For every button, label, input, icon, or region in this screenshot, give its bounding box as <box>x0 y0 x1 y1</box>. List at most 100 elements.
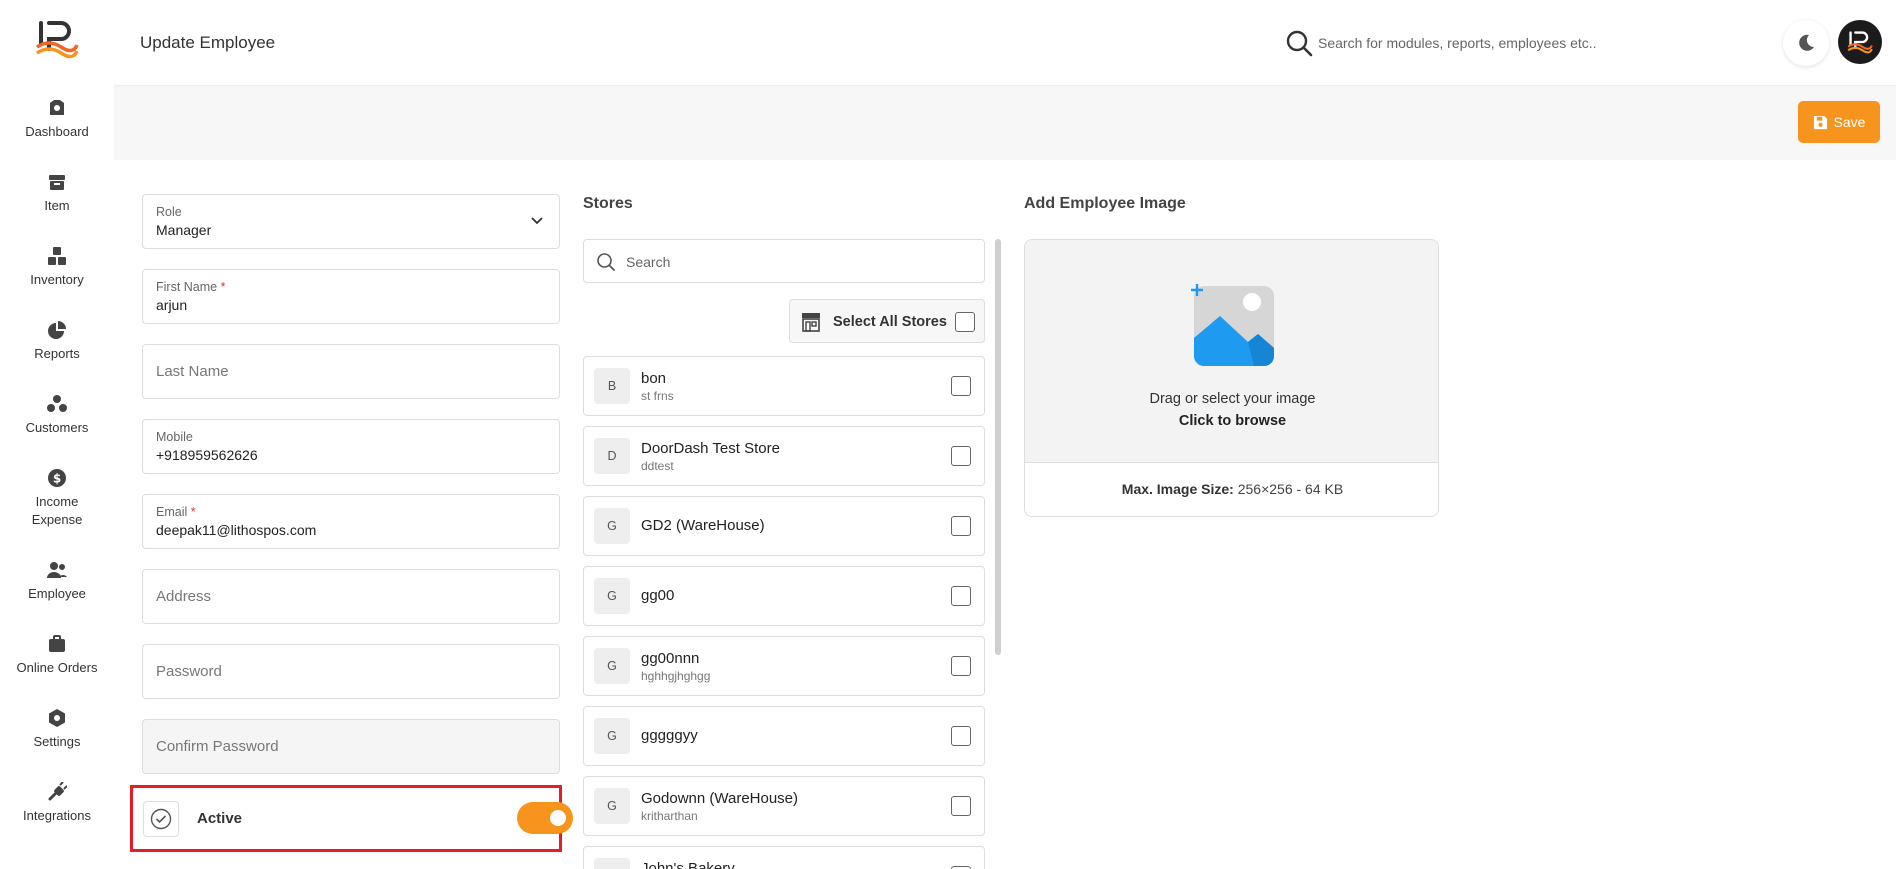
income-expense-icon: $ <box>48 469 66 487</box>
mobile-field[interactable]: Mobile +918959562626 <box>142 419 560 474</box>
store-checkbox[interactable] <box>951 796 971 816</box>
size-label: Max. Image Size: <box>1121 481 1234 497</box>
confirm-password-placeholder: Confirm Password <box>156 738 279 755</box>
store-name: bon <box>641 370 667 387</box>
role-select[interactable]: Role Manager <box>142 194 560 249</box>
sidebar-item-label: Dashboard <box>25 124 89 139</box>
sidebar-item-label: Customers <box>25 420 89 435</box>
first-name-field[interactable]: First Name * arjun <box>142 269 560 324</box>
action-toolbar: Save <box>114 87 1896 160</box>
toggle-knob <box>550 810 566 826</box>
store-name: gg00nnn <box>641 650 700 667</box>
store-item[interactable]: G gg00nnn hghhgjhghgg <box>583 636 985 696</box>
sidebar-item-income-expense[interactable]: $ Income Expense <box>0 468 114 529</box>
integrations-icon <box>48 782 67 801</box>
store-item[interactable]: J John's Bakery <box>583 846 985 869</box>
dashboard-icon <box>50 100 64 115</box>
required-marker: * <box>220 280 226 294</box>
required-marker: * <box>190 505 196 519</box>
role-value: Manager <box>156 222 212 238</box>
store-code: kritharthan <box>641 809 698 823</box>
address-placeholder: Address <box>156 588 212 605</box>
mobile-label: Mobile <box>156 430 193 444</box>
store-item[interactable]: G GD2 (WareHouse) <box>583 496 985 556</box>
sidebar-item-settings[interactable]: Settings <box>0 708 114 751</box>
svg-text:$: $ <box>53 472 61 486</box>
sidebar-item-online-orders[interactable]: Online Orders <box>0 634 114 677</box>
sidebar-item-label: Settings <box>33 734 81 749</box>
stores-scrollbar[interactable] <box>995 239 1001 655</box>
sidebar-item-integrations[interactable]: Integrations <box>0 782 114 825</box>
item-icon <box>49 175 65 190</box>
store-checkbox[interactable] <box>951 376 971 396</box>
store-name: GD2 (WareHouse) <box>641 517 765 534</box>
store-name: DoorDash Test Store <box>641 440 780 457</box>
global-search-input[interactable] <box>1318 30 1648 56</box>
first-name-value: arjun <box>156 297 188 313</box>
save-button[interactable]: Save <box>1798 101 1880 143</box>
password-field[interactable]: Password <box>142 644 560 699</box>
sidebar-item-item[interactable]: Item <box>0 172 114 215</box>
browse-link[interactable]: Click to browse <box>1025 413 1438 429</box>
store-name: gggggyy <box>641 727 698 744</box>
store-checkbox[interactable] <box>951 446 971 466</box>
active-toggle[interactable] <box>517 802 573 834</box>
active-status-row: Active <box>130 785 573 852</box>
store-checkbox[interactable] <box>951 656 971 676</box>
sidebar-item-label: Income Expense <box>31 494 83 527</box>
sidebar-item-dashboard[interactable]: Dashboard <box>0 98 114 141</box>
address-field[interactable]: Address <box>142 569 560 624</box>
store-initial: G <box>594 718 630 754</box>
sidebar-item-reports[interactable]: Reports <box>0 320 114 363</box>
moon-icon <box>1799 34 1814 51</box>
confirm-password-field[interactable]: Confirm Password <box>142 719 560 774</box>
sidebar-item-employee[interactable]: Employee <box>0 560 114 603</box>
store-initial: G <box>594 508 630 544</box>
check-circle-icon <box>150 808 172 830</box>
mobile-value: +918959562626 <box>156 447 258 463</box>
select-all-checkbox[interactable] <box>955 312 975 332</box>
store-initial: G <box>594 578 630 614</box>
store-code: st frns <box>641 389 674 403</box>
store-checkbox[interactable] <box>951 726 971 746</box>
store-name: John's Bakery <box>641 860 735 869</box>
user-avatar[interactable] <box>1838 20 1882 64</box>
email-value: deepak11@lithospos.com <box>156 522 317 538</box>
reports-icon <box>48 321 66 339</box>
select-all-stores[interactable]: Select All Stores <box>789 299 985 343</box>
inventory-icon <box>48 247 66 265</box>
sidebar: Dashboard Item Inventory Reports Custome… <box>0 0 114 869</box>
sidebar-item-label: Integrations <box>23 808 91 823</box>
sidebar-item-inventory[interactable]: Inventory <box>0 246 114 289</box>
first-name-label: First Name <box>156 280 218 294</box>
save-button-label: Save <box>1833 114 1866 130</box>
store-item[interactable]: G gg00 <box>583 566 985 626</box>
lithospos-logo[interactable] <box>35 19 79 59</box>
email-label: Email <box>156 505 188 519</box>
store-item[interactable]: G gggggyy <box>583 706 985 766</box>
store-search-box[interactable] <box>583 239 985 283</box>
max-image-size: Max. Image Size: 256×256 - 64 KB <box>1025 481 1438 497</box>
last-name-placeholder: Last Name <box>156 363 229 380</box>
search-icon[interactable] <box>1285 29 1313 57</box>
store-initial: G <box>594 788 630 824</box>
store-icon <box>802 313 820 332</box>
image-drop-zone[interactable]: Drag or select your image Click to brows… <box>1025 240 1438 463</box>
drag-text: Drag or select your image <box>1149 391 1316 407</box>
sidebar-item-label: Online Orders <box>16 660 98 675</box>
store-search-input[interactable] <box>626 251 966 273</box>
online-orders-icon <box>49 635 65 652</box>
store-checkbox[interactable] <box>951 516 971 536</box>
store-code: ddtest <box>641 459 674 473</box>
active-label: Active <box>197 810 243 827</box>
store-item[interactable]: G Godownn (WareHouse) kritharthan <box>583 776 985 836</box>
store-checkbox[interactable] <box>951 586 971 606</box>
customers-icon <box>47 395 67 412</box>
employee-form-area: Role Manager First Name * arjun Last Nam… <box>114 160 1896 869</box>
store-item[interactable]: B bon st frns <box>583 356 985 416</box>
sidebar-item-customers[interactable]: Customers <box>0 394 114 437</box>
email-field[interactable]: Email * deepak11@lithospos.com <box>142 494 560 549</box>
last-name-field[interactable]: Last Name <box>142 344 560 399</box>
theme-toggle-button[interactable] <box>1783 20 1829 66</box>
store-item[interactable]: D DoorDash Test Store ddtest <box>583 426 985 486</box>
